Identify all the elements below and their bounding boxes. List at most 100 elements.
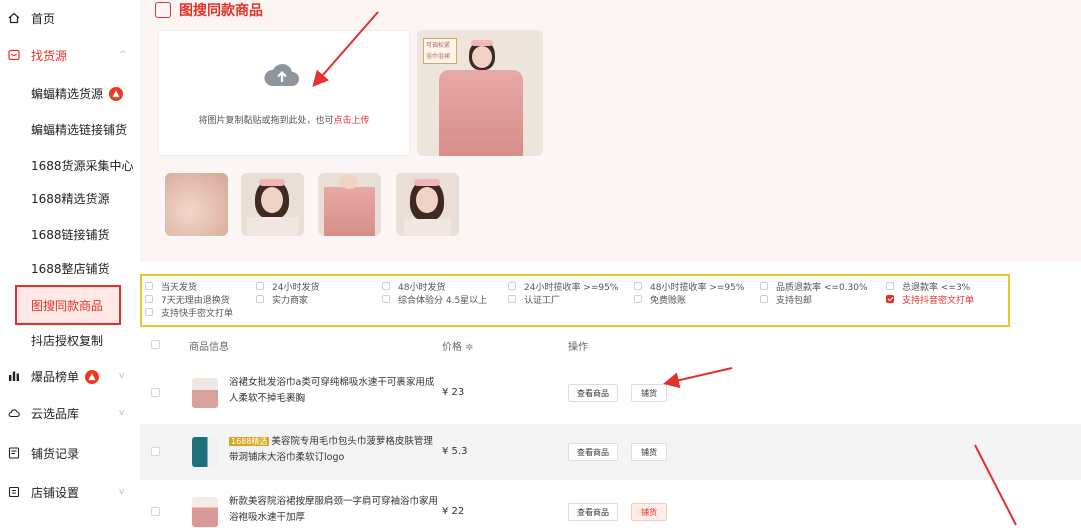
filter-label: 认证工厂 [524,295,561,306]
sidebar-item-label: 1688精选货源 [31,191,110,206]
filter-certified-factory[interactable]: 认证工厂 [508,293,561,306]
stock-button[interactable]: 铺货 [631,503,667,521]
filter-label: 实力商家 [272,295,309,306]
upload-panel: 图搜同款商品 将图片复制黏贴或拖到此处，也可点击上传 可调松紧 浴巾浴裙 [140,0,1081,262]
product-title[interactable]: 新款美容院浴裙按摩服肩颈一字肩可穿袖浴巾家用浴袍吸水速干加厚 [229,494,439,526]
product-title[interactable]: 浴裙女批发浴巾a类可穿纯棉吸水速干可裹家用成人柔软不掉毛裹胸 [229,375,439,407]
product-thumbnail[interactable] [192,378,218,408]
nav-home[interactable]: 首页 [0,0,140,36]
cloud-library-icon [8,407,20,419]
filter-label: 48小时揽收率 >=95% [650,282,745,293]
filter-douyin-encrypted[interactable]: 支持抖音密文打单 [886,293,974,306]
filter-label: 支持包邮 [776,295,813,306]
crop-thumbnail[interactable] [396,173,459,236]
nav-ranking[interactable]: 爆品榜单 ▲ v [0,358,140,394]
select-all-checkbox[interactable] [151,340,160,349]
nav-cloud-library[interactable]: 云选品库 v [0,395,140,431]
filter-48h[interactable]: 48小时发货 [382,280,445,293]
view-product-button[interactable]: 查看商品 [568,443,618,461]
sidebar-item-bat-link[interactable]: 蝙蝠精选链接铺货 [0,114,140,144]
page-title: 图搜同款商品 [155,0,263,20]
product-title[interactable]: 1688精选 美容院专用毛巾包头巾菠萝格皮肤管理带洞铺床大浴巾柔软订logo [229,434,439,466]
nav-sourcing[interactable]: 找货源 ^ [0,37,140,73]
nav-records[interactable]: 铺货记录 [0,435,140,471]
table-row: 浴裙女批发浴巾a类可穿纯棉吸水速干可裹家用成人柔软不掉毛裹胸 ¥ 23 查看商品… [140,365,1081,421]
row-checkbox[interactable] [151,388,160,397]
sidebar-item-bat-selected[interactable]: 蝙蝠精选货源 ▲ [0,78,140,108]
sidebar-item-1688-collect[interactable]: 1688货源采集中心 [0,150,140,180]
filter-free-credit[interactable]: 免费赊账 [634,293,686,306]
product-thumbnail[interactable] [192,497,218,527]
view-product-button[interactable]: 查看商品 [568,503,618,521]
checkbox[interactable] [508,295,516,303]
chevron-down-icon: v [119,408,125,418]
checkbox[interactable] [508,282,516,290]
checkbox[interactable] [145,295,153,303]
home-icon [8,12,20,24]
sidebar-item-1688-selected[interactable]: 1688精选货源 [0,183,140,213]
nav-ranking-label: 爆品榜单 [31,369,80,384]
main-content: 图搜同款商品 将图片复制黏贴或拖到此处，也可点击上传 可调松紧 浴巾浴裙 当天发… [140,0,1081,528]
stock-button[interactable]: 铺货 [631,384,667,402]
ranking-icon [8,370,20,382]
filter-24h[interactable]: 24小时发货 [256,280,319,293]
filter-label: 当天发货 [161,282,198,293]
crop-thumbnail[interactable] [165,173,228,236]
chevron-down-icon: v [119,487,125,497]
checkbox[interactable] [145,282,153,290]
checkbox[interactable] [760,295,768,303]
checkbox[interactable] [382,295,390,303]
sidebar-item-label: 抖店授权复制 [31,333,104,348]
sidebar-item-1688-shop[interactable]: 1688整店铺货 [0,253,140,283]
product-price: ¥ 22 [442,506,465,517]
sourcing-icon [8,49,20,61]
filter-rating[interactable]: 综合体验分 4.5星以上 [382,293,487,306]
checkbox[interactable] [634,295,642,303]
sidebar-item-1688-link[interactable]: 1688链接铺货 [0,219,140,249]
click-upload-link[interactable]: 点击上传 [334,116,370,126]
header-product-info: 商品信息 [189,342,229,353]
sidebar-item-label: 蝙蝠精选货源 [31,86,104,101]
filter-label: 总退款率 <=3% [902,282,971,293]
checkbox[interactable] [760,282,768,290]
checkbox[interactable] [145,308,153,316]
cloud-upload-icon [264,63,299,86]
row-checkbox[interactable] [151,447,160,456]
crop-thumbnail[interactable] [241,173,304,236]
image-search-icon [155,2,171,18]
dropzone-hint-text: 将图片复制黏贴或拖到此处，也可 [198,116,334,126]
checkbox[interactable] [382,282,390,290]
filter-kuaishou-encrypted[interactable]: 支持快手密文打单 [145,306,233,319]
fire-icon: ▲ [109,87,124,101]
filter-48h-pickup[interactable]: 48小时揽收率 >=95% [634,280,745,293]
filter-total-refund[interactable]: 总退款率 <=3% [886,280,971,293]
chevron-down-icon: v [119,371,125,381]
checkbox[interactable] [256,282,264,290]
nav-home-label: 首页 [31,11,56,26]
nav-shop-settings[interactable]: 店铺设置 v [0,474,140,510]
filter-24h-pickup[interactable]: 24小时揽收率 >=95% [508,280,618,293]
filter-strong-merchant[interactable]: 实力商家 [256,293,309,306]
checkbox[interactable] [256,295,264,303]
checkbox[interactable] [886,282,894,290]
sidebar-item-image-search[interactable]: 图搜同款商品 [15,285,121,325]
product-thumbnail[interactable] [192,437,218,467]
filter-free-shipping[interactable]: 支持包邮 [760,293,813,306]
row-checkbox[interactable] [151,507,160,516]
upload-dropzone[interactable]: 将图片复制黏贴或拖到此处，也可点击上传 [158,30,410,156]
view-product-button[interactable]: 查看商品 [568,384,618,402]
table-row: 1688精选 美容院专用毛巾包头巾菠萝格皮肤管理带洞铺床大浴巾柔软订logo ¥ … [140,424,1081,480]
filter-7day-return[interactable]: 7天无理由退换货 [145,293,230,306]
crop-thumbnail[interactable] [318,173,381,236]
header-actions: 操作 [568,342,588,353]
photo-tag: 可调松紧 浴巾浴裙 [423,38,457,64]
checkbox[interactable] [634,282,642,290]
stock-button[interactable]: 铺货 [631,443,667,461]
checkbox-checked[interactable] [886,295,894,303]
sidebar-item-douyin-copy[interactable]: 抖店授权复制 [0,325,140,355]
sidebar-item-label: 1688链接铺货 [31,227,110,242]
header-price-sort[interactable]: 价格 ≑ [442,338,474,353]
filter-quality-refund[interactable]: 品质退款率 <=0.30% [760,280,868,293]
sidebar-item-label: 图搜同款商品 [31,299,104,313]
filter-same-day[interactable]: 当天发货 [145,280,198,293]
